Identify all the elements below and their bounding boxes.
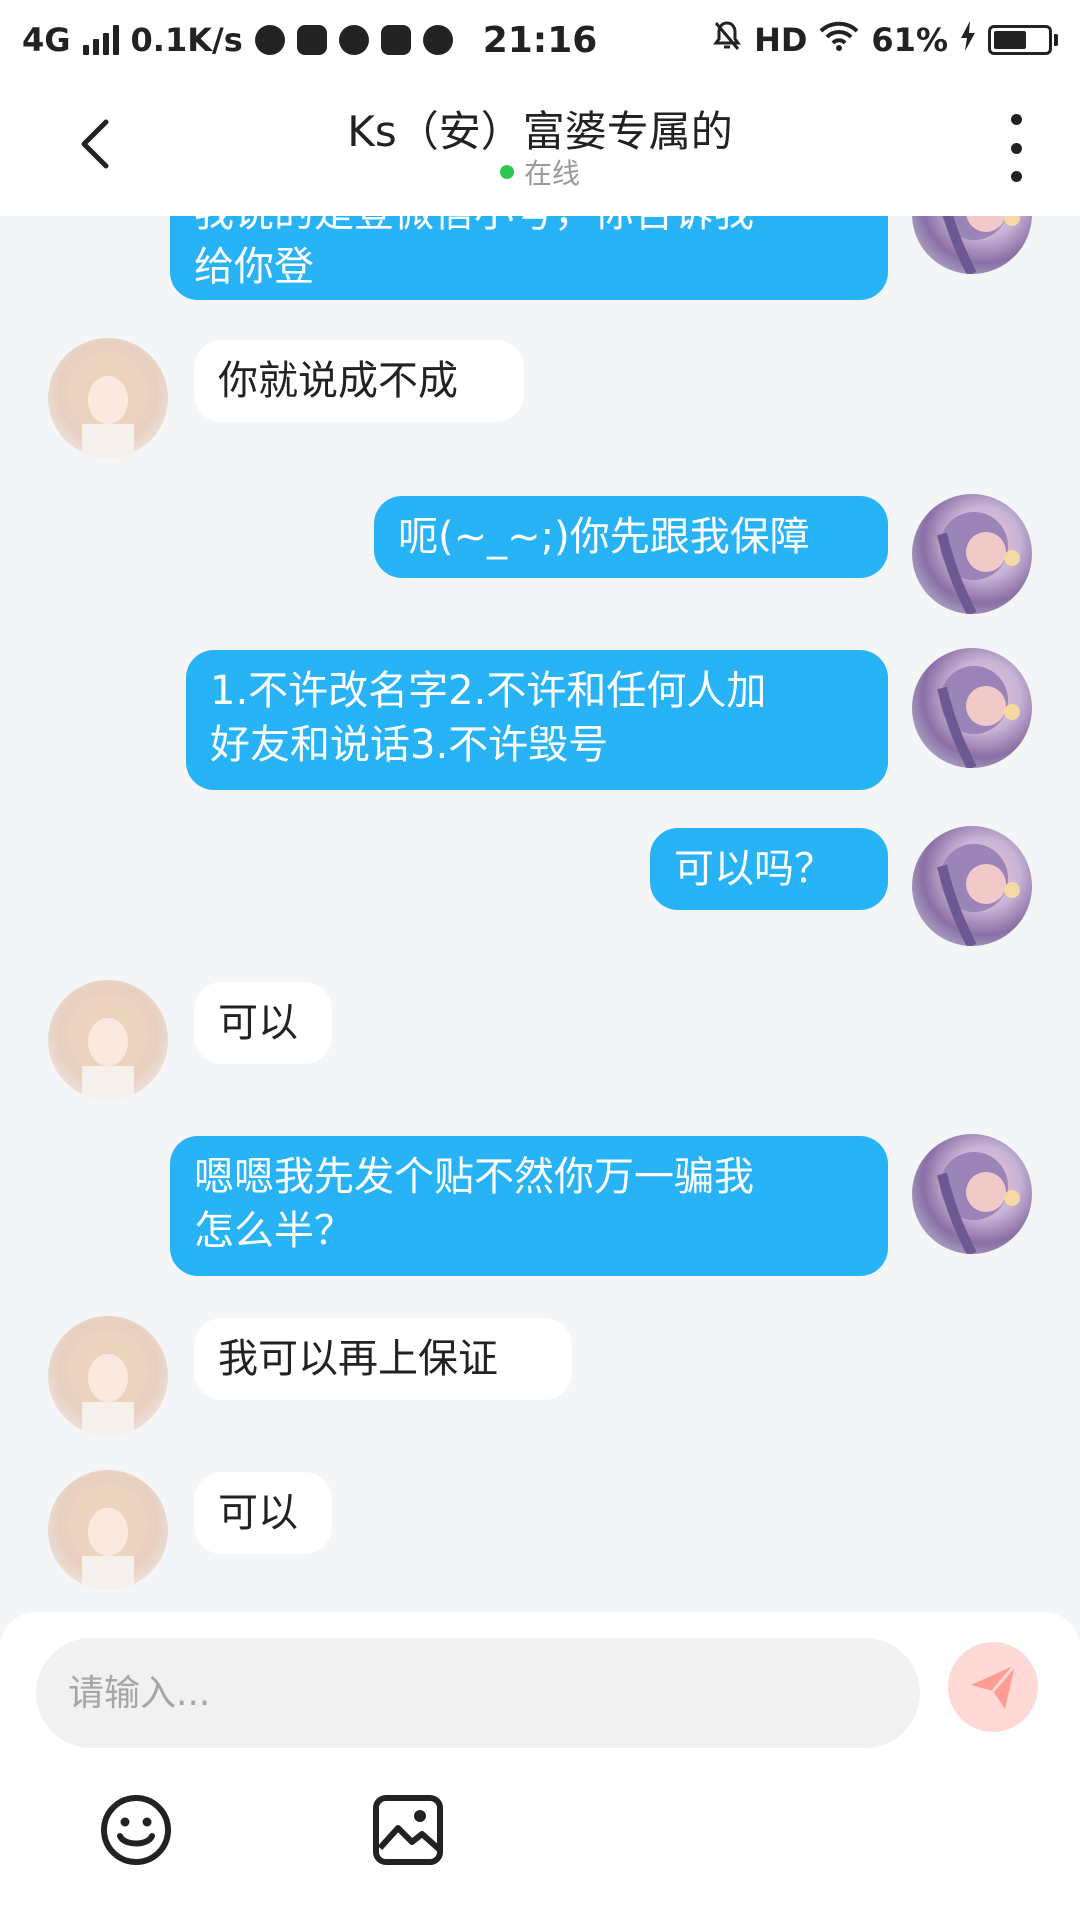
emoji-icon (101, 1795, 171, 1865)
mute-bell-icon (712, 20, 742, 60)
message-line: 呃(~_~;)你先跟我保障 (398, 514, 810, 560)
battery-icon (988, 25, 1058, 55)
message-bubble-outgoing[interactable]: 1.不许改名字2.不许和任何人加 好友和说话3.不许毁号 (186, 650, 888, 790)
signal-icon (82, 25, 119, 55)
online-status: 在线 (0, 152, 1080, 192)
image-button[interactable] (370, 1792, 446, 1868)
my-avatar[interactable] (912, 216, 1032, 274)
more-options-button[interactable] (996, 114, 1036, 182)
message-line: 可以 (218, 1490, 298, 1536)
emoji-button[interactable] (98, 1792, 174, 1868)
send-button[interactable] (948, 1642, 1038, 1732)
video-app-icon (296, 25, 327, 55)
online-dot-icon (499, 165, 514, 179)
browser-app-icon (338, 25, 369, 55)
battery-percent: 61% (871, 21, 948, 59)
online-status-text: 在线 (523, 157, 580, 190)
status-bar: 4G 0.1K/s 21:16 HD 61% (0, 0, 1080, 80)
status-left: 4G 0.1K/s (22, 21, 453, 59)
message-line: 可以吗？ (674, 846, 834, 892)
hd-indicator: HD (754, 21, 808, 59)
message-bubble-incoming[interactable]: 可以 (194, 982, 332, 1064)
message-bubble-outgoing[interactable]: 嗯嗯我先发个贴不然你万一骗我 怎么半？ (170, 1136, 888, 1276)
message-list[interactable]: 我说的是登微信小号，你告诉我 给你登 你就说成不成 呃(~_~;)你先跟我保障 … (0, 216, 1080, 1612)
message-line: 嗯嗯我先发个贴不然你万一骗我 (194, 1154, 754, 1200)
network-type: 4G (22, 21, 71, 59)
message-bubble-outgoing[interactable]: 呃(~_~;)你先跟我保障 (374, 496, 888, 578)
message-line: 你就说成不成 (218, 358, 458, 404)
message-line: 怎么半？ (194, 1208, 354, 1254)
message-app-icon (422, 25, 453, 55)
message-line: 我说的是登微信小号，你告诉我 (194, 216, 864, 240)
charging-icon (960, 21, 976, 59)
chat-header: Ks（安）富婆专属的 在线 (0, 80, 1080, 216)
message-bubble-outgoing[interactable]: 可以吗？ (650, 828, 888, 910)
network-speed: 0.1K/s (130, 21, 243, 59)
message-bubble-incoming[interactable]: 可以 (194, 1472, 332, 1554)
clock-time: 21:16 (482, 19, 598, 61)
my-avatar[interactable] (912, 648, 1032, 768)
my-avatar[interactable] (912, 494, 1032, 614)
contact-avatar[interactable] (48, 980, 168, 1100)
my-avatar[interactable] (912, 826, 1032, 946)
message-line: 给你登 (194, 244, 314, 290)
contact-avatar[interactable] (48, 1316, 168, 1436)
message-bubble-incoming[interactable]: 你就说成不成 (194, 340, 524, 422)
message-input[interactable] (68, 1672, 888, 1714)
message-line: 我可以再上保证 (218, 1336, 498, 1382)
wifi-icon (819, 21, 859, 59)
message-input-container[interactable] (36, 1638, 920, 1748)
message-bubble-outgoing[interactable]: 我说的是登微信小号，你告诉我 给你登 (170, 216, 888, 300)
chat-title: Ks（安）富婆专属的 (347, 107, 733, 156)
image-icon (373, 1795, 443, 1865)
status-right: HD 61% (712, 20, 1058, 60)
contact-avatar[interactable] (48, 1470, 168, 1590)
message-bubble-incoming[interactable]: 我可以再上保证 (194, 1318, 572, 1400)
app-icon (380, 25, 411, 55)
contact-avatar[interactable] (48, 338, 168, 458)
paper-plane-icon (971, 1664, 1017, 1709)
my-avatar[interactable] (912, 1134, 1032, 1254)
input-panel (0, 1612, 1080, 1920)
message-line: 好友和说话3.不许毁号 (210, 722, 609, 768)
wechat-icon (254, 25, 285, 55)
message-line: 可以 (218, 1000, 298, 1046)
message-line: 1.不许改名字2.不许和任何人加 (210, 668, 767, 714)
more-vertical-icon (1010, 114, 1022, 182)
